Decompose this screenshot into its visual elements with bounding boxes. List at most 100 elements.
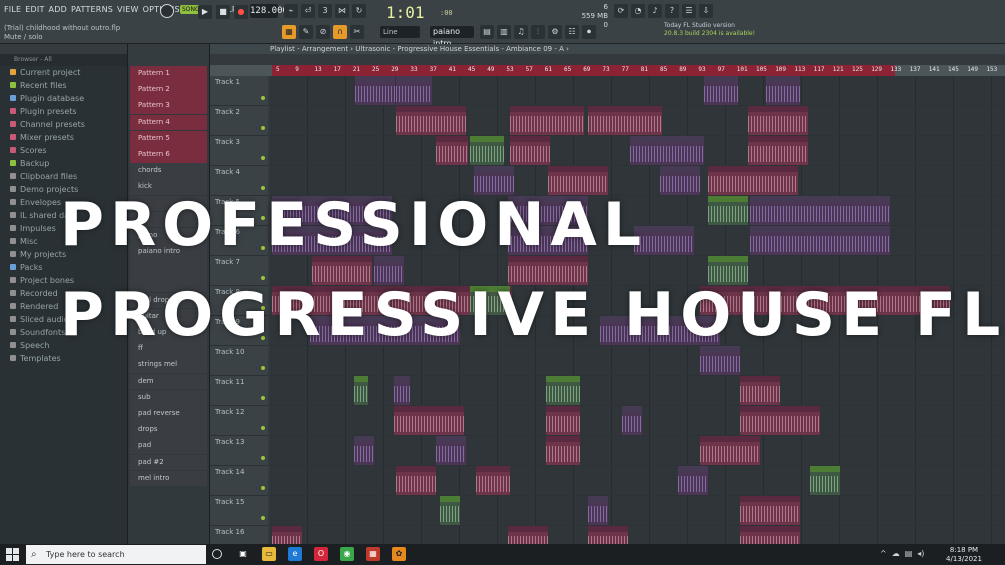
track-header[interactable]: Track 8 xyxy=(210,286,268,316)
track-header[interactable]: Track 14 xyxy=(210,466,268,496)
playlist-clip[interactable] xyxy=(700,346,740,375)
channel-item[interactable]: drops xyxy=(130,422,207,438)
browser-icon[interactable]: ☷ xyxy=(565,25,579,39)
windows-start-icon[interactable] xyxy=(6,548,19,561)
track-enable-icon[interactable] xyxy=(261,486,265,490)
channel-item[interactable]: build up xyxy=(130,325,207,341)
playlist-clip[interactable]: KSH_6_3D xyxy=(678,466,708,495)
playlist-clip[interactable]: Pattern 3 xyxy=(396,466,436,495)
play-button[interactable]: ▶ xyxy=(198,5,212,19)
playlist-clip[interactable]: KSH_6_3D xyxy=(436,436,466,465)
channel-item[interactable]: Pattern 3 xyxy=(130,98,207,115)
browser-item[interactable]: Recorded xyxy=(0,287,127,300)
playlist-clip[interactable] xyxy=(394,406,464,435)
track-enable-icon[interactable] xyxy=(261,426,265,430)
plugin-icon[interactable]: ⚙ xyxy=(548,25,562,39)
record-audio-icon[interactable]: ⏺ xyxy=(582,25,596,39)
playlist-clip[interactable]: Pattern 3 xyxy=(588,106,662,135)
track-header[interactable]: Track 15 xyxy=(210,496,268,526)
track-enable-icon[interactable] xyxy=(261,306,265,310)
track-header[interactable]: Track 9 xyxy=(210,316,268,346)
channel-item[interactable]: paiano intro xyxy=(130,244,207,260)
options-icon[interactable]: ☰ xyxy=(682,4,696,18)
track-enable-icon[interactable] xyxy=(261,186,265,190)
playlist-clip[interactable] xyxy=(546,436,580,465)
track-enable-icon[interactable] xyxy=(261,216,265,220)
browser-item[interactable]: Envelopes xyxy=(0,196,127,209)
menu-item-patterns[interactable]: PATTERNS xyxy=(71,5,113,17)
loop-record-icon[interactable]: ↻ xyxy=(352,4,366,18)
playlist-clip[interactable] xyxy=(546,376,580,405)
news-panel[interactable]: Today FL Studio version 20.8.3 build 230… xyxy=(664,22,755,38)
record-button[interactable]: ● xyxy=(234,5,248,19)
countdown-icon[interactable]: 3 xyxy=(318,4,332,18)
channel-item[interactable]: dem xyxy=(130,373,207,390)
playlist-clip[interactable]: pad xyxy=(355,76,395,105)
track-header[interactable]: Track 5 xyxy=(210,196,268,226)
network-icon[interactable]: ▤ xyxy=(905,549,913,558)
track-header[interactable]: Track 7 xyxy=(210,256,268,286)
browser-item[interactable]: Misc xyxy=(0,235,127,248)
browser-item[interactable]: Demo projects xyxy=(0,183,127,196)
track-enable-icon[interactable] xyxy=(261,336,265,340)
channel-item[interactable]: pad xyxy=(130,438,207,455)
playlist-clip[interactable] xyxy=(546,406,580,435)
track-lane[interactable]: build up E1 xyxy=(270,166,1005,196)
browser-item[interactable]: Project bones xyxy=(0,274,127,287)
delete-tool-icon[interactable]: ⊘ xyxy=(316,25,330,39)
browser-item[interactable]: Rendered xyxy=(0,300,127,313)
playlist-clip[interactable] xyxy=(272,196,392,225)
track-header[interactable]: Track 4 xyxy=(210,166,268,196)
track-lane[interactable] xyxy=(270,496,1005,526)
browser-item[interactable]: Packs xyxy=(0,261,127,274)
menu-item-view[interactable]: VIEW xyxy=(117,5,139,17)
playlist-clip[interactable] xyxy=(750,226,890,255)
edge-icon[interactable]: e xyxy=(288,547,302,561)
channel-item[interactable]: pad reverse xyxy=(130,405,207,422)
track-lane[interactable] xyxy=(270,376,1005,406)
playlist-clip[interactable]: chords xyxy=(510,136,550,165)
playlist-clip[interactable]: Vole. Bend xyxy=(766,76,800,105)
track-enable-icon[interactable] xyxy=(261,246,265,250)
playlist-clip[interactable] xyxy=(750,196,890,225)
playlist-clip[interactable] xyxy=(394,376,410,405)
playlist-clip[interactable] xyxy=(508,196,588,225)
mixer-icon[interactable]: ⫶ xyxy=(531,25,545,39)
cortana-icon[interactable] xyxy=(212,549,222,559)
browser-item[interactable]: Templates xyxy=(0,352,127,365)
playlist-clip[interactable]: pad xyxy=(396,76,432,105)
channel-item[interactable] xyxy=(130,276,207,293)
track-header[interactable]: Track 3 xyxy=(210,136,268,166)
channel-item[interactable] xyxy=(130,211,207,228)
browser-item[interactable]: Channel presets xyxy=(0,118,127,131)
playlist-clip[interactable] xyxy=(508,256,588,285)
track-enable-icon[interactable] xyxy=(261,396,265,400)
channel-item[interactable] xyxy=(130,260,207,277)
browser-item[interactable]: Clipboard files xyxy=(0,170,127,183)
blend-icon[interactable]: ⋈ xyxy=(335,4,349,18)
playlist-clip[interactable] xyxy=(440,496,460,525)
track-lane[interactable]: E1_2 KSH_6_3D xyxy=(270,436,1005,466)
playlist-clip[interactable]: KSH_06 xyxy=(634,226,694,255)
opera-icon[interactable]: O xyxy=(314,547,328,561)
channel-item[interactable] xyxy=(130,195,207,212)
track-header[interactable]: Track 10 xyxy=(210,346,268,376)
time-display[interactable]: 1:01 xyxy=(386,3,425,22)
tempo-tap-icon[interactable]: ◔ xyxy=(631,4,645,18)
playlist-clip[interactable]: Balo. olume xyxy=(470,136,504,165)
metronome-icon[interactable]: ⌁ xyxy=(284,4,298,18)
playlist-clip[interactable] xyxy=(700,436,760,465)
channel-item[interactable]: pad #2 xyxy=(130,454,207,471)
track-lane[interactable]: Filt. ency xyxy=(270,286,1005,316)
playlist-clip[interactable] xyxy=(312,256,372,285)
playlist-clip[interactable] xyxy=(708,166,798,195)
magnet-icon[interactable]: ∩ xyxy=(333,25,347,39)
track-enable-icon[interactable] xyxy=(261,456,265,460)
channel-item[interactable]: piano xyxy=(130,227,207,244)
pattern-select[interactable]: paiano intro xyxy=(430,26,474,48)
playlist-clip[interactable] xyxy=(548,166,608,195)
playlist-clip[interactable] xyxy=(508,226,588,255)
playlist-clip[interactable] xyxy=(740,496,800,525)
channel-item[interactable]: mel intro xyxy=(130,470,207,487)
playlist-clip[interactable]: Filt. ency xyxy=(708,256,748,285)
